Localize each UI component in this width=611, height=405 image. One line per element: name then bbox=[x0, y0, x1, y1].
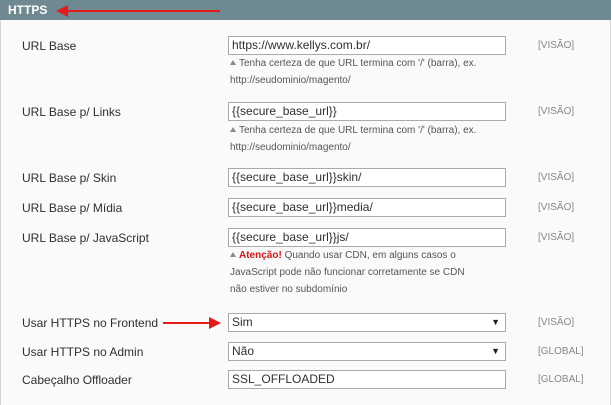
triangle-up-icon bbox=[230, 252, 236, 257]
https-frontend-scope: [VISÃO] bbox=[538, 317, 575, 328]
url-base-js-label: URL Base p/ JavaScript bbox=[22, 231, 149, 245]
url-base-media-label: URL Base p/ Mídia bbox=[22, 201, 123, 215]
hint-text-line2: http://seudominio/magento/ bbox=[230, 75, 351, 86]
hint-text-line1: Quando usar CDN, em alguns casos o bbox=[281, 250, 456, 261]
url-base-skin-label: URL Base p/ Skin bbox=[22, 171, 117, 185]
url-base-js-hint: Atenção! Quando usar CDN, em alguns caso… bbox=[230, 247, 520, 298]
section-title: HTTPS bbox=[8, 3, 48, 17]
url-base-media-scope: [VISÃO] bbox=[538, 202, 575, 213]
annotation-arrow-icon bbox=[56, 5, 220, 17]
url-base-links-label: URL Base p/ Links bbox=[22, 105, 121, 119]
warning-label: Atenção! bbox=[239, 250, 282, 261]
chevron-down-icon: ▼ bbox=[491, 346, 500, 356]
https-admin-value: Não bbox=[232, 344, 255, 358]
url-base-js-input[interactable]: {{secure_base_url}}js/ bbox=[228, 228, 506, 247]
annotation-arrow-icon bbox=[163, 317, 221, 329]
url-base-input[interactable]: https://www.kellys.com.br/ bbox=[228, 36, 506, 55]
url-base-links-scope: [VISÃO] bbox=[538, 106, 575, 117]
url-base-skin-input[interactable]: {{secure_base_url}}skin/ bbox=[228, 168, 506, 187]
triangle-up-icon bbox=[230, 60, 236, 65]
url-base-label: URL Base bbox=[22, 39, 77, 53]
https-admin-scope: [GLOBAL] bbox=[538, 346, 584, 357]
url-base-scope: [VISÃO] bbox=[538, 40, 575, 51]
url-base-skin-scope: [VISÃO] bbox=[538, 172, 575, 183]
https-frontend-value: Sim bbox=[232, 315, 253, 329]
url-base-links-input[interactable]: {{secure_base_url}} bbox=[228, 102, 506, 121]
url-base-links-hint: Tenha certeza de que URL termina com '/'… bbox=[230, 122, 520, 156]
url-base-js-scope: [VISÃO] bbox=[538, 232, 575, 243]
hint-text-line3: não estiver no subdomínio bbox=[230, 284, 348, 295]
hint-text-line1: Tenha certeza de que URL termina com '/'… bbox=[239, 58, 477, 69]
https-admin-label: Usar HTTPS no Admin bbox=[22, 345, 144, 359]
hint-text-line2: JavaScript pode não funcionar corretamen… bbox=[230, 267, 465, 278]
offloader-header-input[interactable]: SSL_OFFLOADED bbox=[228, 370, 506, 389]
triangle-up-icon bbox=[230, 127, 236, 132]
hint-text-line1: Tenha certeza de que URL termina com '/'… bbox=[239, 125, 477, 136]
hint-text-line2: http://seudominio/magento/ bbox=[230, 142, 351, 153]
https-frontend-label: Usar HTTPS no Frontend bbox=[22, 316, 159, 330]
https-frontend-select[interactable]: Sim ▼ bbox=[228, 313, 506, 332]
url-base-media-input[interactable]: {{secure_base_url}}media/ bbox=[228, 198, 506, 217]
url-base-hint: Tenha certeza de que URL termina com '/'… bbox=[230, 55, 520, 89]
offloader-header-label: Cabeçalho Offloader bbox=[22, 373, 132, 387]
https-admin-select[interactable]: Não ▼ bbox=[228, 342, 506, 361]
chevron-down-icon: ▼ bbox=[491, 317, 500, 327]
offloader-header-scope: [GLOBAL] bbox=[538, 374, 584, 385]
https-config-panel: URL Base https://www.kellys.com.br/ [VIS… bbox=[0, 20, 611, 405]
